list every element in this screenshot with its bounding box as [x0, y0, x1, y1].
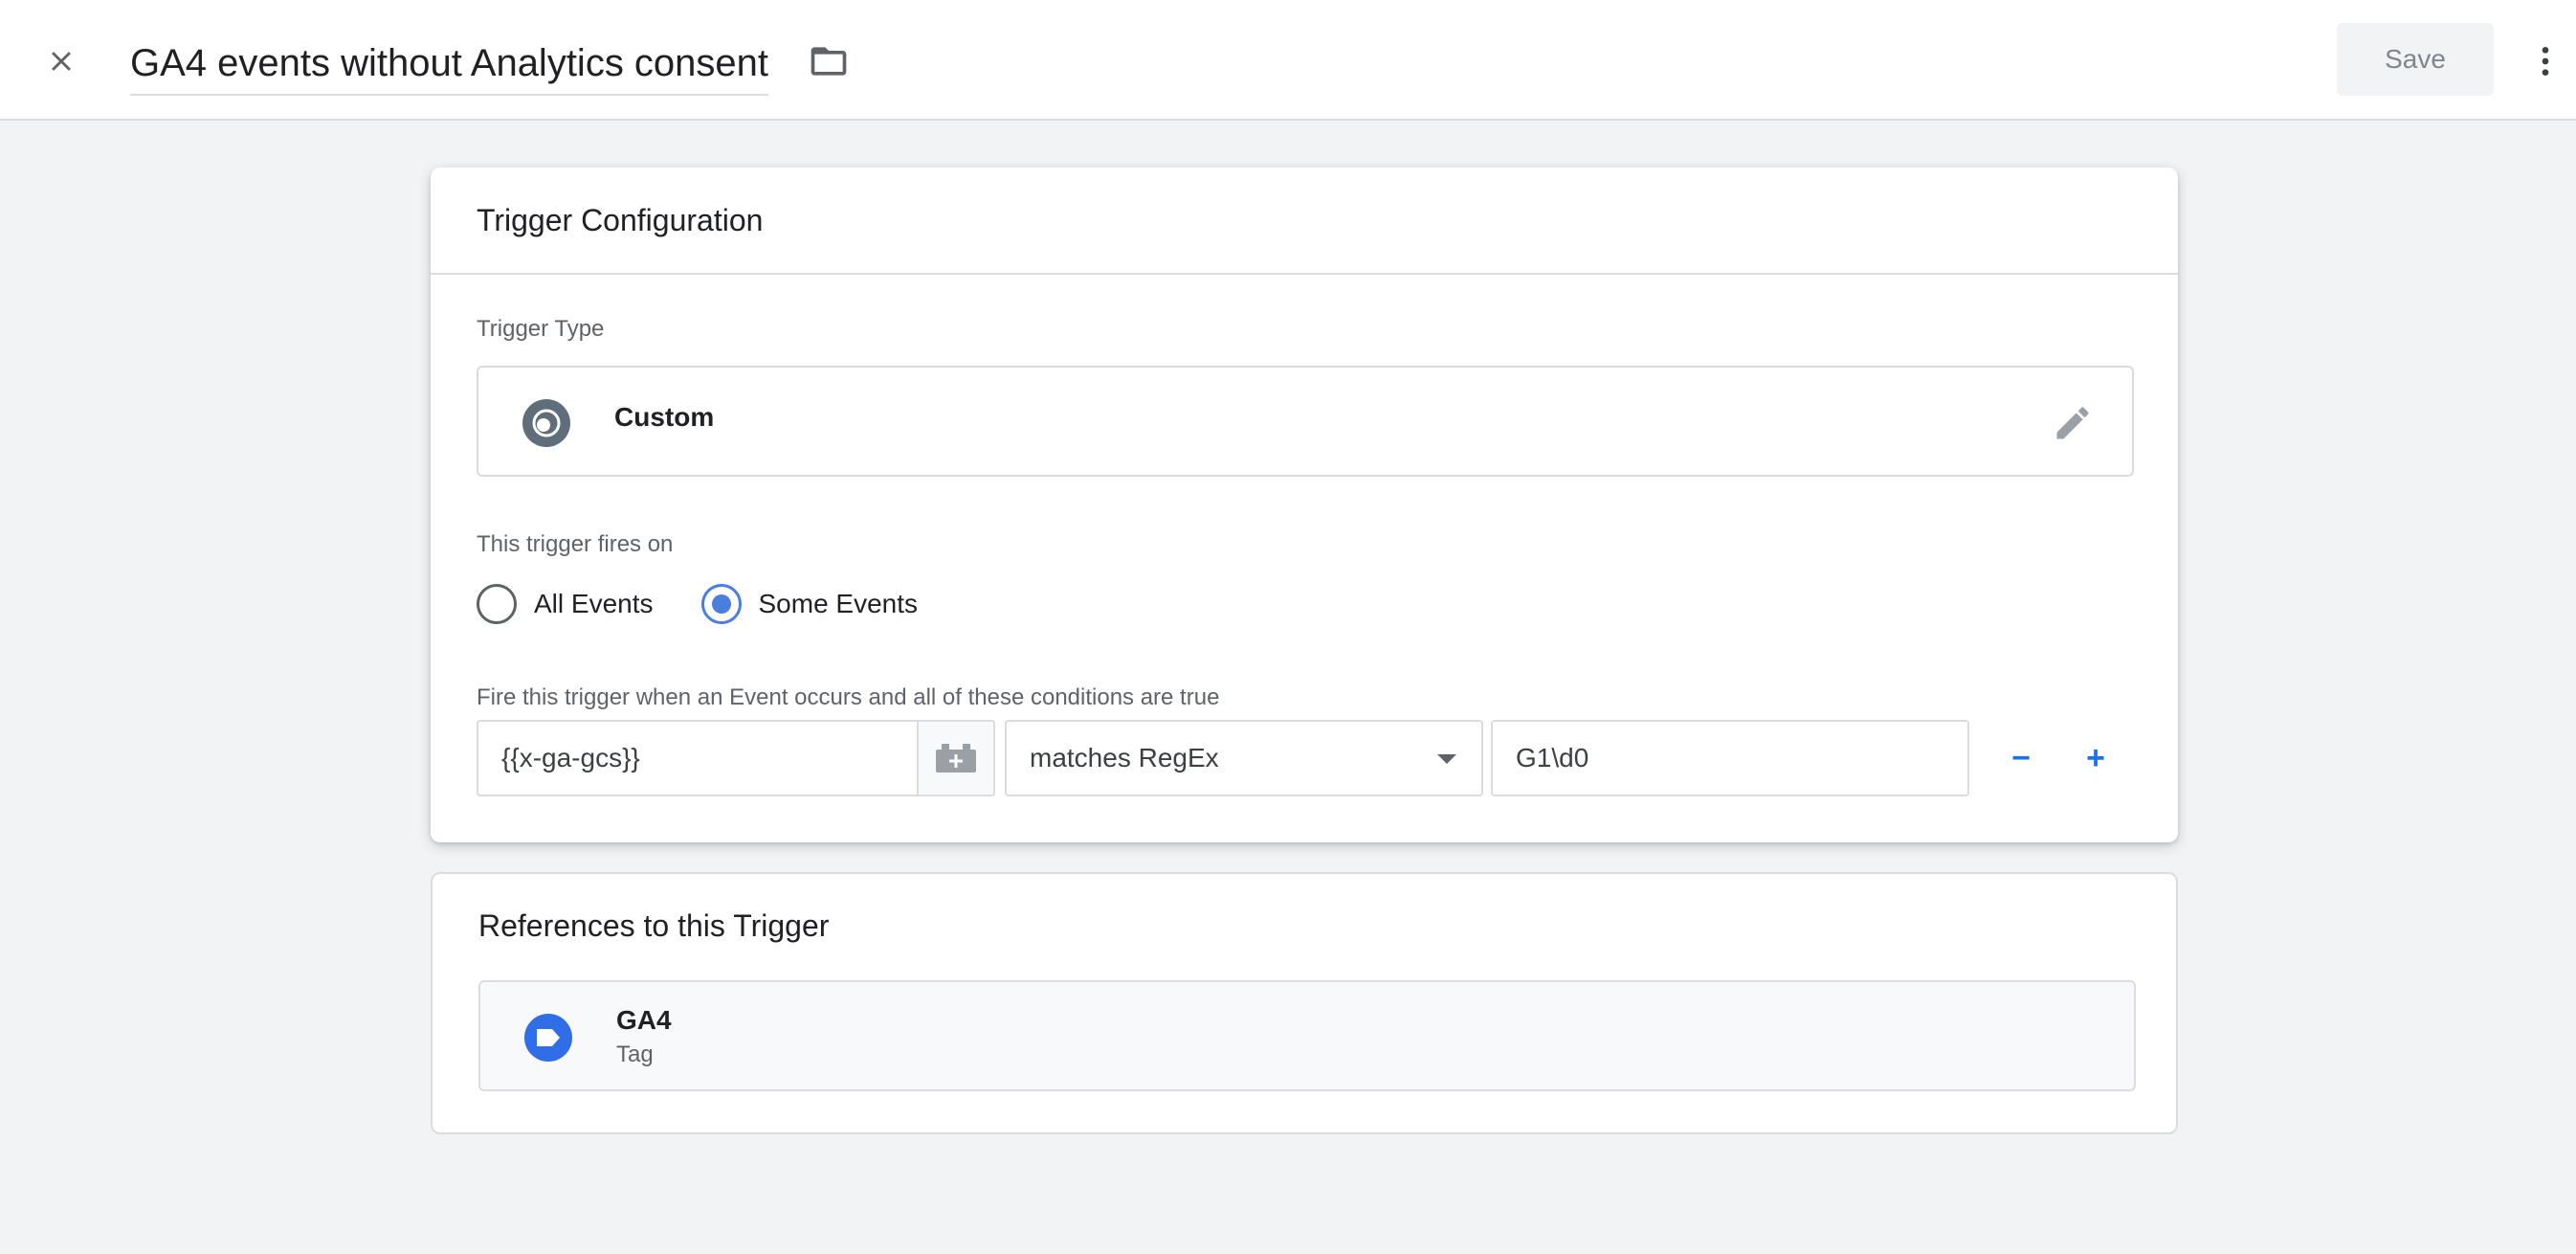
trigger-type-selector[interactable]: Custom — [477, 366, 2134, 477]
tag-icon — [524, 1014, 572, 1062]
dropdown-arrow-icon — [1437, 754, 1456, 764]
radio-label: All Events — [534, 589, 654, 618]
more-vert-icon — [2542, 47, 2549, 76]
card-header: Trigger Configuration — [431, 168, 2178, 275]
folder-button[interactable] — [802, 34, 855, 88]
reference-item[interactable]: GA4 Tag — [478, 980, 2136, 1091]
pencil-icon — [2056, 407, 2089, 439]
condition-variable-input[interactable] — [477, 720, 917, 796]
top-bar: GA4 events without Analytics consent Sav… — [0, 0, 2576, 121]
trigger-name-field[interactable]: GA4 events without Analytics consent — [130, 33, 769, 96]
add-condition-button[interactable]: + — [2069, 731, 2122, 785]
custom-event-icon — [522, 399, 570, 447]
references-title: References to this Trigger — [478, 908, 830, 943]
condition-operator-select[interactable]: matches RegEx — [1005, 720, 1483, 796]
card-title: Trigger Configuration — [477, 202, 764, 237]
fires-on-radio-group: All Events Some Events — [477, 581, 966, 627]
trigger-name: GA4 events without Analytics consent — [130, 41, 769, 84]
references-card: References to this Trigger GA4 Tag — [431, 872, 2178, 1134]
save-button[interactable]: Save — [2337, 23, 2494, 96]
close-icon — [52, 52, 71, 71]
remove-condition-button[interactable]: − — [1994, 731, 2048, 785]
trigger-configuration-card: Trigger Configuration Trigger Type Custo… — [431, 168, 2178, 842]
trigger-type-value: Custom — [614, 402, 715, 432]
condition-value-input[interactable] — [1491, 720, 1969, 796]
condition-label: Fire this trigger when an Event occurs a… — [477, 684, 1220, 710]
variable-picker-button[interactable] — [917, 720, 995, 796]
close-button[interactable] — [34, 34, 88, 88]
reference-kind: Tag — [616, 1041, 654, 1067]
radio-all-events[interactable]: All Events — [477, 584, 654, 624]
radio-label: Some Events — [758, 589, 919, 618]
radio-some-events[interactable]: Some Events — [700, 584, 919, 624]
radio-button[interactable] — [700, 584, 742, 624]
trigger-type-label: Trigger Type — [477, 316, 605, 342]
folder-icon — [811, 47, 847, 76]
more-options-button[interactable] — [2526, 33, 2565, 90]
fires-on-label: This trigger fires on — [477, 531, 674, 557]
reference-name: GA4 — [616, 1005, 672, 1035]
operator-value: matches RegEx — [1030, 743, 1219, 773]
radio-button[interactable] — [477, 584, 517, 624]
add-variable-icon — [936, 744, 976, 773]
